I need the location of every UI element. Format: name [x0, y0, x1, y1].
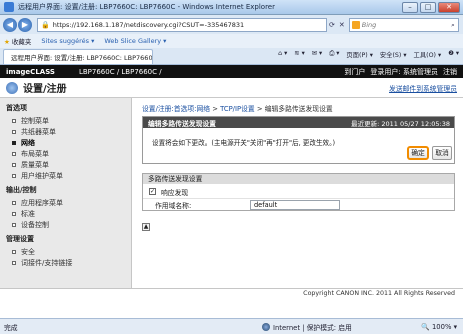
- last-updated: 最近更新: 2011 05/27 12:05:38: [351, 119, 450, 128]
- page-blank-area: [0, 298, 463, 318]
- ssl-lock-icon: 🔒: [41, 20, 50, 29]
- sidebar-item-control[interactable]: 控制菜单: [0, 115, 131, 126]
- login-user: 登录用户: 系统管理员: [370, 67, 438, 76]
- command-bar: ⌂ ▾ ≋ ▾ ✉ ▾ ⎙ ▾ 页面(P) ▾ 安全(S) ▾ 工具(O) ▾ …: [278, 50, 459, 59]
- window-titlebar: 远程用户界面: 设置/注册: LBP7660C: LBP7660C - Wind…: [0, 0, 463, 15]
- sidebar-item-user-maintenance[interactable]: 用户维护菜单: [0, 170, 131, 181]
- respond-row: ✓ 响应发现: [143, 185, 454, 198]
- bullet-icon: [12, 162, 16, 167]
- bullet-icon: [12, 151, 16, 156]
- sidebar-item-quality[interactable]: 质量菜单: [0, 159, 131, 170]
- sidebar: 首选项 控制菜单 共纸器菜单 网络 布局菜单 质量菜单 用户维护菜单 输出/控制…: [0, 98, 132, 292]
- status-text: 完成: [4, 323, 18, 332]
- portal-link[interactable]: 到门户: [344, 67, 365, 77]
- model-name: LBP7660C / LBP7660C /: [78, 67, 162, 76]
- page-header: 设置/注册 发送邮件到系统管理员: [0, 78, 463, 98]
- sidebar-item-paper-feeder[interactable]: 共纸器菜单: [0, 126, 131, 137]
- sidebar-item-device-control[interactable]: 设备控制: [0, 219, 131, 230]
- sidebar-item-support-links[interactable]: 词接件/支持链接: [0, 257, 131, 268]
- bullet-icon: [12, 222, 16, 227]
- product-name: imageCLASS: [6, 67, 55, 76]
- address-toolbar: ◀ ▶ 🔒 https://192.168.1.187/netdiscovery…: [0, 15, 463, 34]
- globe-icon: [262, 322, 270, 331]
- ie-app-icon: [4, 2, 14, 12]
- forward-button[interactable]: ▶: [18, 17, 32, 32]
- bullet-icon: [12, 129, 16, 134]
- url-field[interactable]: 🔒 https://192.168.1.187/netdiscovery.cgi…: [37, 17, 327, 32]
- ok-button[interactable]: 确定: [407, 146, 429, 160]
- breadcrumb-current: 编辑多路传送发现设置: [264, 105, 333, 113]
- bullet-icon: [12, 173, 16, 178]
- page-menu[interactable]: 页面(P) ▾: [346, 50, 372, 59]
- change-message: 设置将会如下更改。(主电源开关"关闭"再"打开"后, 更改生效。): [152, 139, 336, 147]
- respond-checkbox[interactable]: ✓: [149, 188, 156, 195]
- fav-link-suggested[interactable]: Sites suggérés ▾: [41, 37, 94, 45]
- maximize-button[interactable]: □: [420, 2, 436, 13]
- page-top-icon[interactable]: ▲: [142, 223, 150, 231]
- tab-title: 远程用户界面: 设置/注册: LBP7660C: LBP7660C: [11, 54, 153, 62]
- status-bar: 完成 Internet | 保护模式: 启用 🔍 100% ▾: [0, 318, 463, 334]
- logout-link[interactable]: 注销: [443, 67, 457, 77]
- refresh-icon[interactable]: ⟳: [329, 21, 335, 29]
- window-title: 远程用户界面: 设置/注册: LBP7660C: LBP7660C - Wind…: [18, 3, 275, 11]
- bullet-icon: [12, 249, 16, 254]
- favorites-button[interactable]: ★ 收藏夹: [4, 36, 31, 46]
- url-text: https://192.168.1.187/netdiscovery.cgi?C…: [52, 20, 245, 29]
- bullet-icon: [12, 200, 16, 205]
- security-zone: Internet | 保护模式: 启用: [262, 322, 352, 332]
- bullet-icon: [12, 140, 16, 145]
- breadcrumb: 设置/注册:首选项:网络 > TCP/IP设置 > 编辑多路传送发现设置: [142, 105, 333, 113]
- search-icon[interactable]: ⌕: [451, 19, 455, 31]
- sidebar-item-network[interactable]: 网络: [0, 137, 131, 148]
- tools-menu[interactable]: 工具(O) ▾: [414, 50, 442, 59]
- bullet-icon: [12, 260, 16, 265]
- fav-link-web-slice[interactable]: Web Slice Gallery ▾: [104, 37, 166, 45]
- sidebar-item-standard[interactable]: 标准: [0, 208, 131, 219]
- discovery-settings-panel: 多路传送发现设置 ✓ 响应发现 作用域名称: default: [142, 173, 455, 211]
- star-icon: ★: [4, 38, 10, 46]
- respond-label: 响应发现: [161, 188, 189, 197]
- edit-panel-header: 编辑多路传送发现设置 最近更新: 2011 05/27 12:05:38: [143, 117, 454, 128]
- copyright-footer: Copyright CANON INC. 2011 All Rights Res…: [0, 288, 463, 298]
- discovery-panel-title: 多路传送发现设置: [143, 174, 454, 184]
- help-menu[interactable]: ❷ ▾: [448, 50, 459, 59]
- page-title: 设置/注册: [23, 84, 67, 95]
- breadcrumb-network[interactable]: 设置/注册:首选项:网络: [142, 105, 210, 113]
- zoom-control[interactable]: 🔍 100% ▾: [421, 323, 457, 331]
- sidebar-item-applications[interactable]: 应用程序菜单: [0, 197, 131, 208]
- bullet-icon: [12, 211, 16, 216]
- edit-discovery-panel: 编辑多路传送发现设置 最近更新: 2011 05/27 12:05:38 设置将…: [142, 116, 455, 164]
- main-content: 设置/注册:首选项:网络 > TCP/IP设置 > 编辑多路传送发现设置 编辑多…: [133, 98, 463, 292]
- zone-text: Internet | 保护模式: 启用: [273, 323, 352, 332]
- bullet-icon: [12, 118, 16, 123]
- edit-panel-title: 编辑多路传送发现设置: [148, 119, 216, 128]
- sidebar-heading-output: 输出/控制: [6, 186, 37, 194]
- minimize-button[interactable]: –: [402, 2, 418, 13]
- mail-icon[interactable]: ✉ ▾: [312, 50, 322, 59]
- home-icon[interactable]: ⌂ ▾: [278, 50, 287, 59]
- sidebar-item-security[interactable]: 安全: [0, 246, 131, 257]
- close-button[interactable]: ✕: [438, 2, 460, 13]
- scope-label: 作用域名称:: [155, 202, 192, 210]
- stop-icon[interactable]: ✕: [339, 21, 345, 29]
- tab-remote-ui[interactable]: 远程用户界面: 设置/注册: LBP7660C: LBP7660C: [3, 49, 153, 64]
- settings-globe-icon: [6, 81, 18, 94]
- sidebar-item-layout[interactable]: 布局菜单: [0, 148, 131, 159]
- cancel-button[interactable]: 取消: [432, 146, 452, 160]
- search-input[interactable]: Bing ⌕: [348, 17, 459, 32]
- mail-admin-link[interactable]: 发送邮件到系统管理员: [389, 83, 457, 93]
- sidebar-heading-preferences: 首选项: [6, 104, 27, 112]
- safety-menu[interactable]: 安全(S) ▾: [380, 50, 407, 59]
- scope-row: 作用域名称: default: [143, 198, 454, 211]
- favorites-bar: ★ 收藏夹 Sites suggérés ▾ Web Slice Gallery…: [0, 34, 463, 48]
- product-banner: imageCLASS LBP7660C / LBP7660C / 到门户 登录用…: [0, 65, 463, 78]
- back-button[interactable]: ◀: [3, 17, 17, 32]
- search-engine-label: Bing: [361, 20, 377, 29]
- breadcrumb-tcpip[interactable]: TCP/IP设置: [220, 105, 255, 113]
- sidebar-heading-management: 管理设置: [6, 235, 34, 243]
- scope-name-field[interactable]: default: [250, 200, 340, 210]
- print-icon[interactable]: ⎙ ▾: [329, 50, 339, 59]
- feeds-icon[interactable]: ≋ ▾: [294, 50, 304, 59]
